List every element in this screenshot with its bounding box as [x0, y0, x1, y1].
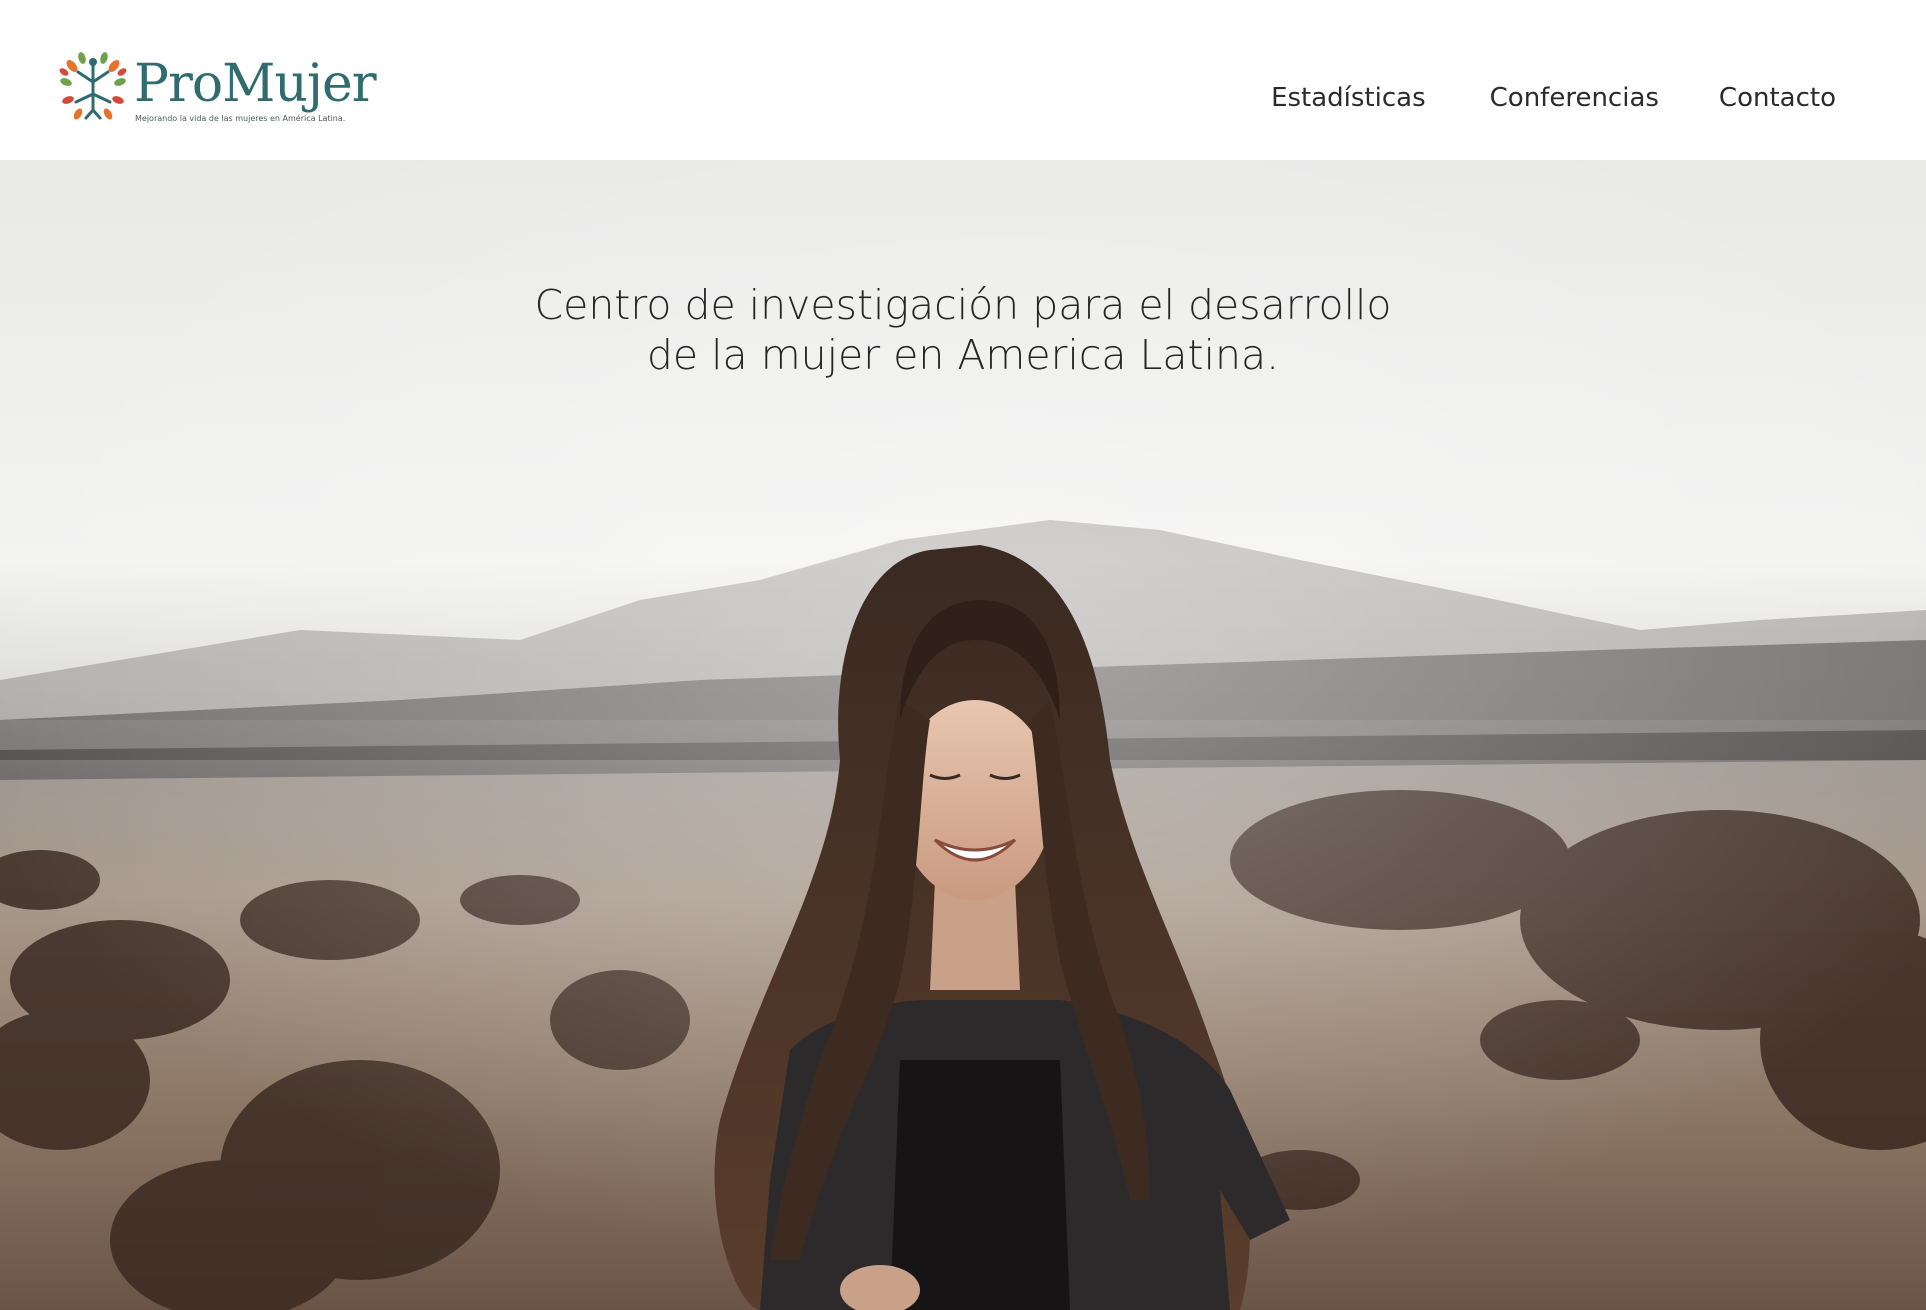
- nav-item-conferencias[interactable]: Conferencias: [1490, 78, 1659, 118]
- hero-title-line-2: de la mujer en America Latina.: [646, 331, 1280, 379]
- brand-tagline: Mejorando la vida de las mujeres en Amér…: [135, 114, 346, 123]
- nav-item-estadisticas[interactable]: Estadísticas: [1271, 78, 1426, 118]
- nav-item-contacto[interactable]: Contacto: [1719, 78, 1836, 118]
- hero-title: Centro de investigación para el desarrol…: [0, 280, 1926, 380]
- main-nav: Estadísticas Conferencias Contacto: [1271, 78, 1836, 118]
- brand-name: ProMujer: [134, 54, 377, 114]
- tree-people-icon: [59, 52, 127, 120]
- hero-title-line-1: Centro de investigación para el desarrol…: [534, 281, 1392, 329]
- hero-section: Centro de investigación para el desarrol…: [0, 160, 1926, 1310]
- promujer-logo[interactable]: ProMujer Mejorando la vida de las mujere…: [58, 52, 377, 128]
- site-header: ProMujer Mejorando la vida de las mujere…: [0, 0, 1926, 160]
